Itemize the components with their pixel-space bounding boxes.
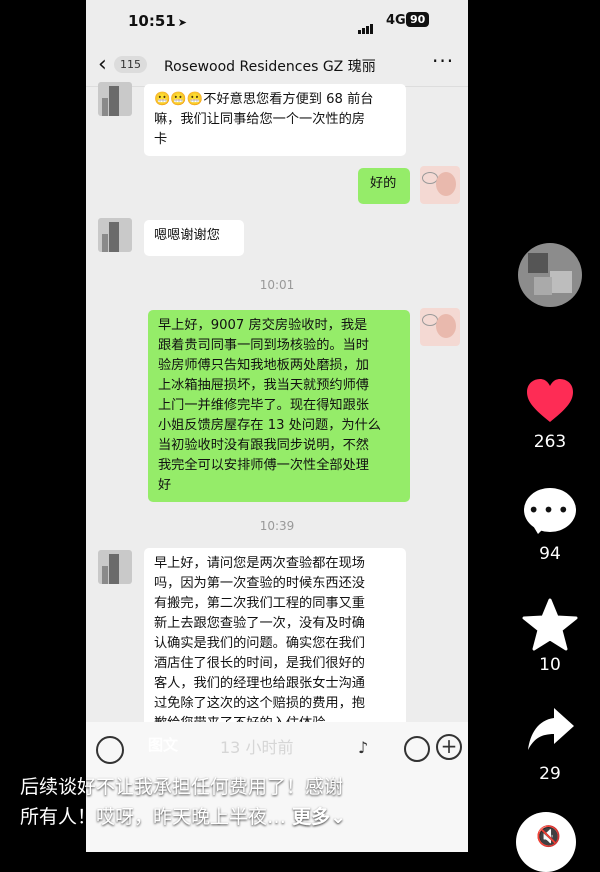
network-label: 4G <box>386 13 406 28</box>
contact-avatar[interactable] <box>98 218 132 252</box>
like-heart-icon[interactable] <box>525 378 575 424</box>
expand-caption-link[interactable]: 更多⌄ <box>292 806 346 828</box>
battery-indicator: 90 <box>406 12 430 27</box>
back-icon[interactable]: ‹ <box>98 52 107 77</box>
message-line: 过免除了这次的这个赔损的费用，抱 <box>154 696 365 711</box>
status-bar: 10:51 ➤ 4G 90 <box>86 0 468 42</box>
chat-screen: 10:51 ➤ 4G 90 ‹ 115 Rosewood Residences G… <box>86 0 468 852</box>
message-line: 吗，因为第一次查验的时候东西还没 <box>154 576 365 591</box>
post-timestamp: 13 小时前 <box>220 738 294 757</box>
message-line: 小姐反馈房屋存在 13 处问题，为什么 <box>158 418 381 433</box>
favorite-count: 10 <box>539 655 561 675</box>
message-bubble-received: 😬😬😬不好意思您看方便到 68 前台 嘛，我们让同事给您一个一次性的房 卡 <box>144 84 406 156</box>
message-line: 上冰箱抽屉损坏，我当天就预约师傅 <box>158 378 369 393</box>
message-bubble-received: 早上好，请问您是两次查验都在现场 吗，因为第一次查验的时候东西还没 有搬完，第二… <box>144 548 406 740</box>
chat-title: Rosewood Residences GZ 瑰丽 <box>164 59 376 75</box>
message-line: 客人，我们的经理也给跟张女士沟通 <box>154 676 365 691</box>
message-line: 嘛，我们让同事给您一个一次性的房 <box>154 112 365 127</box>
message-bubble-received: 嗯嗯谢谢您 <box>144 220 244 256</box>
post-type-tag: 图文 <box>148 736 179 754</box>
message-line: 早上好，请问您是两次查验都在现场 <box>154 556 365 571</box>
message-line: 上门一并维修完毕了。现在得知跟张 <box>158 398 369 413</box>
message-line: 跟着贵司同事一同到场核验的。当时 <box>158 338 369 353</box>
caption-line: 后续谈好不让我承担任何费用了！感谢 <box>20 776 344 798</box>
message-line: 我完全可以安排师傅一次性全部处理 <box>158 458 369 473</box>
share-arrow-icon[interactable] <box>526 706 576 752</box>
like-count: 263 <box>533 432 567 452</box>
voice-input-icon[interactable] <box>96 736 124 764</box>
message-line: 验房师傅只告知我地板两处磨损，加 <box>158 358 369 373</box>
more-options-icon[interactable]: ··· <box>432 49 454 73</box>
message-line: 早上好，9007 房交房验收时，我是 <box>158 318 368 333</box>
message-bubble-sent: 早上好，9007 房交房验收时，我是 跟着贵司同事一同到场核验的。当时 验房师傅… <box>148 310 410 502</box>
share-count: 29 <box>539 764 561 784</box>
message-line: 新上去跟您查验了一次，没有及时确 <box>154 616 365 631</box>
microphone-icon[interactable]: ♪ <box>358 738 368 757</box>
contact-avatar[interactable] <box>98 550 132 584</box>
favorite-star-icon[interactable] <box>522 598 578 652</box>
status-time: 10:51 ➤ <box>128 12 187 30</box>
caption-line: 所有人！哎呀，昨天晚上半夜… 更多⌄ <box>20 806 346 828</box>
chat-header: ‹ 115 Rosewood Residences GZ 瑰丽 ··· <box>86 44 468 87</box>
message-line: 有搬完，第二次我们工程的同事又重 <box>154 596 365 611</box>
comment-count: 94 <box>539 544 561 564</box>
mute-sound-icon[interactable]: 🔇 <box>516 812 576 872</box>
message-line: 当初验收时没有跟我同步说明，不然 <box>158 438 369 453</box>
message-line: 好的 <box>370 176 397 191</box>
message-bubble-sent: 好的 <box>358 168 410 204</box>
contact-avatar[interactable] <box>98 82 132 116</box>
post-caption[interactable]: 后续谈好不让我承担任何费用了！感谢 所有人！哎呀，昨天晚上半夜… 更多⌄ <box>20 772 440 832</box>
unread-count-badge[interactable]: 115 <box>114 56 147 73</box>
my-avatar[interactable] <box>420 308 460 346</box>
my-avatar[interactable] <box>420 166 460 204</box>
action-sidebar: 263 ••• 94 10 29 🔇 <box>500 0 600 872</box>
signal-icon <box>358 15 374 34</box>
location-icon: ➤ <box>177 16 187 29</box>
message-line: 😬😬😬不好意思您看方便到 68 前台 <box>154 92 374 107</box>
chat-timestamp: 10:01 <box>259 278 295 292</box>
message-line: 嗯嗯谢谢您 <box>154 228 220 243</box>
emoji-icon[interactable] <box>404 736 430 762</box>
message-line: 认确实是我们的问题。确实您在我们 <box>154 636 365 651</box>
chat-timestamp: 10:39 <box>259 519 295 533</box>
message-line: 卡 <box>154 132 168 147</box>
comment-icon[interactable]: ••• <box>524 488 576 534</box>
message-line: 好 <box>158 478 172 493</box>
message-line: 酒店住了很长的时间，是我们很好的 <box>154 656 365 671</box>
author-avatar[interactable] <box>518 243 582 307</box>
plus-icon[interactable]: + <box>436 734 462 760</box>
